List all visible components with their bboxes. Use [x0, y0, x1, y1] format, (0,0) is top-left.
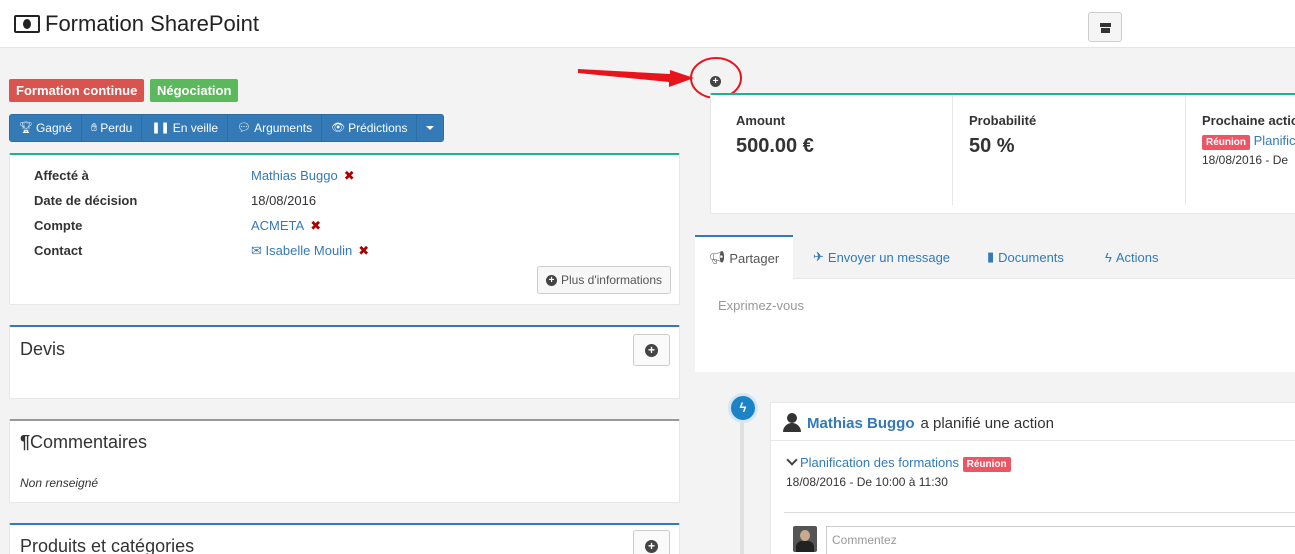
thumbs-down-icon: ✋︎	[91, 122, 98, 134]
envelope-icon: ✉︎	[251, 243, 266, 258]
assigned-user-link[interactable]: Mathias Buggo	[251, 168, 338, 183]
plus-circle-icon: +	[710, 76, 721, 87]
avatar	[793, 526, 817, 552]
share-input[interactable]: Exprimez-vous	[718, 298, 804, 313]
plus-circle-icon: +	[645, 343, 658, 357]
eye-icon: 👁︎	[331, 122, 346, 134]
share-panel	[695, 278, 1295, 372]
tab-share[interactable]: 📢︎ Partager	[695, 235, 793, 279]
pause-icon: ❚❚	[151, 122, 170, 134]
assigned-value: Mathias Buggo ✖︎	[251, 168, 355, 184]
arrow-shape	[578, 69, 694, 87]
page-title: Formation SharePoint	[45, 11, 259, 36]
trophy-icon: 🏆︎	[19, 122, 33, 134]
amount-label: Amount	[736, 113, 786, 128]
probability-value: 50 %	[969, 135, 1015, 157]
comment-input[interactable]: Commentez	[826, 526, 1295, 554]
timeline-item-link[interactable]: Planification des formations	[800, 455, 959, 470]
stats-divider	[1185, 95, 1186, 205]
remove-account-icon[interactable]: ✖︎	[310, 218, 321, 233]
next-action-link[interactable]: Planific	[1254, 133, 1295, 148]
more-dropdown-button[interactable]	[417, 115, 443, 141]
add-stat-button[interactable]: +	[710, 72, 721, 87]
contact-link[interactable]: Isabelle Moulin	[266, 243, 353, 258]
assigned-label: Affecté à	[34, 168, 89, 183]
stats-divider	[952, 95, 953, 205]
remove-assigned-icon[interactable]: ✖︎	[344, 168, 355, 183]
divider	[770, 440, 1295, 441]
standby-label: En veille	[172, 121, 219, 135]
file-icon: ▮	[987, 249, 995, 264]
tab-documents[interactable]: ▮ Documents	[987, 235, 1064, 279]
timeline-action-text: a planifié une action	[920, 414, 1054, 432]
next-action-label: Prochaine actio	[1202, 113, 1295, 128]
products-title: Produits et catégories	[20, 536, 195, 554]
more-info-button[interactable]: + Plus d'informations	[537, 266, 672, 294]
predictions-button[interactable]: 👁︎ Prédictions	[322, 115, 418, 141]
add-quote-button[interactable]: +	[633, 334, 670, 366]
won-label: Gagné	[35, 121, 72, 135]
account-value: ACMETA ✖︎	[251, 218, 321, 234]
decision-date-value: 18/08/2016	[251, 193, 317, 208]
paper-plane-icon: ✈︎	[813, 249, 824, 264]
tab-share-label: Partager	[729, 250, 780, 266]
meeting-badge: Réunion	[1202, 135, 1250, 150]
meeting-badge: Réunion	[962, 457, 1011, 472]
pilcrow-icon: ¶	[20, 432, 31, 452]
tab-documents-label: Documents	[998, 249, 1064, 265]
quotes-panel	[9, 325, 680, 399]
user-icon	[783, 413, 801, 433]
plus-circle-icon: +	[546, 274, 557, 286]
won-button[interactable]: 🏆︎ Gagné	[10, 115, 82, 141]
archive-button[interactable]	[1088, 12, 1122, 42]
money-icon	[14, 15, 40, 33]
next-action-date: 18/08/2016 - De	[1202, 153, 1289, 167]
decision-date-label: Date de décision	[34, 193, 138, 208]
bullhorn-icon: 📢︎	[708, 250, 726, 265]
contact-label: Contact	[34, 243, 83, 258]
amount-value: 500.00 €	[736, 135, 814, 157]
account-link[interactable]: ACMETA	[251, 218, 304, 233]
timeline-item-row: Planification des formations Réunion	[786, 454, 1011, 472]
chevron-down-icon[interactable]	[786, 454, 798, 466]
action-toolbar: 🏆︎ Gagné ✋︎ Perdu ❚❚ En veille 💬︎ Arguments …	[9, 114, 445, 142]
account-label: Compte	[34, 218, 83, 233]
more-info-label: Plus d'informations	[561, 273, 663, 287]
comments-title: ¶Commentaires	[20, 432, 147, 453]
divider	[784, 512, 1295, 513]
bolt-icon: ϟ	[728, 393, 758, 423]
remove-contact-icon[interactable]: ✖︎	[358, 243, 369, 258]
status-badge-formation: Formation continue	[9, 79, 145, 102]
contact-value: ✉︎ Isabelle Moulin ✖︎	[251, 243, 369, 259]
arguments-label: Arguments	[254, 121, 313, 135]
plus-circle-icon: +	[645, 539, 658, 553]
comments-title-text: Commentaires	[30, 432, 148, 452]
lost-label: Perdu	[100, 121, 133, 135]
predictions-label: Prédictions	[348, 121, 408, 135]
next-action-row: Réunion Planific	[1202, 133, 1295, 150]
tab-actions[interactable]: ϟ Actions	[1105, 235, 1159, 279]
comments-empty-text: Non renseigné	[20, 476, 99, 490]
status-badge-negociation: Négociation	[150, 79, 239, 102]
timeline-header: Mathias Buggo a planifié une action	[783, 413, 1054, 433]
add-product-button[interactable]: +	[633, 530, 670, 554]
comments-icon: 💬︎	[237, 122, 252, 134]
tab-actions-label: Actions	[1115, 249, 1159, 265]
tab-send-message[interactable]: ✈︎ Envoyer un message	[813, 235, 950, 279]
lost-button[interactable]: ✋︎ Perdu	[82, 115, 143, 141]
standby-button[interactable]: ❚❚ En veille	[142, 115, 229, 141]
timeline-line	[740, 420, 744, 554]
timeline-item-date: 18/08/2016 - De 10:00 à 11:30	[786, 475, 948, 489]
caret-down-icon	[426, 126, 435, 130]
quotes-title: Devis	[20, 339, 66, 359]
tab-send-message-label: Envoyer un message	[827, 249, 951, 265]
bolt-icon: ϟ	[1105, 249, 1112, 265]
timeline-user-link[interactable]: Mathias Buggo	[807, 415, 915, 432]
arguments-button[interactable]: 💬︎ Arguments	[228, 115, 323, 141]
probability-label: Probabilité	[969, 113, 1037, 128]
